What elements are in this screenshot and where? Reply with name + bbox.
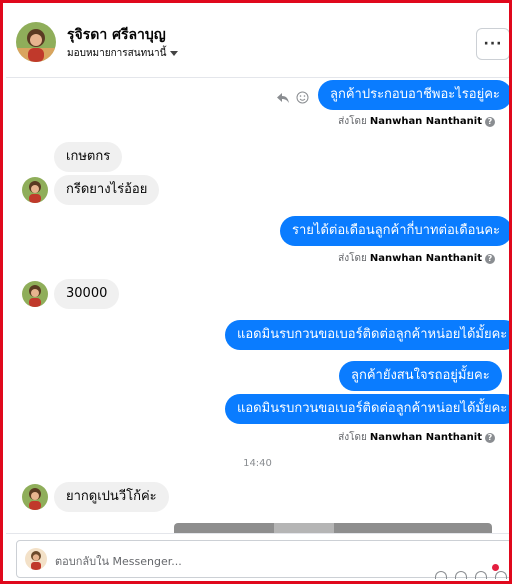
contact-name[interactable]: รุจิรดา ศรีลาบุญ	[67, 24, 166, 46]
message-actions	[276, 91, 309, 104]
help-icon[interactable]: ?	[485, 116, 495, 127]
more-options-button[interactable]: ···	[476, 28, 509, 60]
message-bubble-incoming[interactable]: กรีดยางไร่อ้อย	[54, 175, 160, 205]
help-icon[interactable]: ?	[485, 253, 495, 264]
notification-dot	[492, 564, 499, 571]
contact-avatar-small[interactable]	[22, 177, 48, 203]
agent-avatar	[25, 548, 47, 570]
contact-avatar[interactable]	[16, 22, 56, 62]
assign-conversation-dropdown[interactable]: มอบหมายการสนทนานี้	[67, 46, 179, 61]
sent-by-label: ส่งโดย Nanwhan Nanthanit ?	[338, 114, 495, 129]
reply-composer: ตอบกลับใน Messenger...	[6, 533, 509, 581]
attachment-icon[interactable]	[435, 571, 447, 579]
sent-by-agent: Nanwhan Nanthanit	[369, 116, 482, 127]
assign-label: มอบหมายการสนทนานี้	[67, 48, 167, 59]
sent-by-prefix: ส่งโดย	[338, 116, 367, 127]
message-bubble-outgoing[interactable]: แอดมินรบกวนขอเบอร์ติดต่อลูกค้าหน่อยได้มั…	[225, 394, 509, 424]
sent-by-prefix: ส่งโดย	[338, 432, 367, 443]
message-bubble-incoming[interactable]: เกษตกร	[54, 142, 123, 172]
reply-placeholder: ตอบกลับใน Messenger...	[55, 555, 182, 568]
sent-by-label: ส่งโดย Nanwhan Nanthanit ?	[338, 251, 495, 266]
gif-icon[interactable]	[475, 571, 487, 579]
like-icon[interactable]	[495, 571, 507, 579]
reply-input[interactable]: ตอบกลับใน Messenger...	[16, 540, 509, 579]
message-bubble-outgoing[interactable]: แอดมินรบกวนขอเบอร์ติดต่อลูกค้าหน่อยได้มั…	[225, 320, 509, 350]
contact-avatar-small[interactable]	[22, 281, 48, 307]
message-thread[interactable]: ลูกค้าประกอบอาชีพอะไรอยู่คะ ส่งโดย Nanwh…	[6, 78, 509, 533]
attachment-preview[interactable]	[174, 523, 492, 533]
more-icon: ···	[483, 36, 503, 52]
message-timestamp: 14:40	[243, 458, 272, 469]
sent-by-label: ส่งโดย Nanwhan Nanthanit ?	[338, 430, 495, 445]
emoji-icon[interactable]	[296, 91, 309, 104]
message-bubble-incoming[interactable]: ยากดูเปนวีโก้ค่ะ	[54, 482, 169, 512]
sent-by-agent: Nanwhan Nanthanit	[369, 432, 482, 443]
reply-icon[interactable]	[276, 92, 290, 104]
messenger-panel: รุจิรดา ศรีลาบุญ มอบหมายการสนทนานี้ ··· …	[0, 0, 512, 584]
message-bubble-outgoing[interactable]: ลูกค้าประกอบอาชีพอะไรอยู่คะ	[318, 80, 509, 110]
composer-tools	[435, 571, 507, 579]
message-bubble-outgoing[interactable]: รายได้ต่อเดือนลูกค้ากี่บาทต่อเดือนคะ	[280, 216, 509, 246]
sent-by-prefix: ส่งโดย	[338, 253, 367, 264]
message-bubble-outgoing[interactable]: ลูกค้ายังสนใจรถอยู่มั้ยคะ	[339, 361, 502, 391]
sent-by-agent: Nanwhan Nanthanit	[369, 253, 482, 264]
message-bubble-incoming[interactable]: 30000	[54, 279, 120, 309]
contact-avatar-small[interactable]	[22, 484, 48, 510]
help-icon[interactable]: ?	[485, 432, 495, 443]
conversation-header: รุจิรดา ศรีลาบุญ มอบหมายการสนทนานี้ ···	[6, 6, 509, 78]
emoji-icon[interactable]	[455, 571, 467, 579]
chevron-down-icon	[170, 51, 179, 56]
